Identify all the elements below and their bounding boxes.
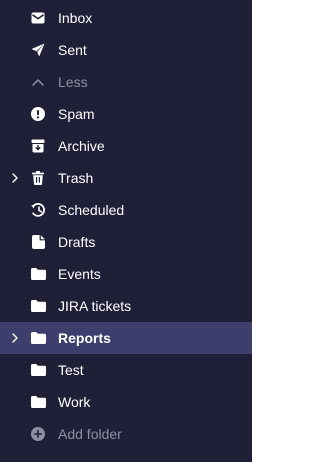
folder-label: Inbox (58, 10, 93, 26)
folder-item-archive[interactable]: Archive (0, 130, 252, 162)
folder-icon (30, 290, 46, 322)
folder-item-trash[interactable]: Trash (0, 162, 252, 194)
folder-sidebar: Inbox Sent Less Spam Archive Trash Sched… (0, 0, 252, 462)
trash-icon (30, 162, 46, 194)
folder-icon (30, 258, 46, 290)
folder-label: Archive (58, 138, 105, 154)
folder-item-events[interactable]: Events (0, 258, 252, 290)
chevron-up-icon (30, 66, 46, 98)
exclamation-circle-icon (30, 98, 46, 130)
chevron-right-icon[interactable] (9, 162, 21, 194)
folder-list: Inbox Sent Less Spam Archive Trash Sched… (0, 2, 252, 450)
folder-item-work[interactable]: Work (0, 386, 252, 418)
folder-label: Events (58, 266, 101, 282)
folder-item-drafts[interactable]: Drafts (0, 226, 252, 258)
folder-item-scheduled[interactable]: Scheduled (0, 194, 252, 226)
show-less-toggle[interactable]: Less (0, 66, 252, 98)
draft-file-icon (30, 226, 46, 258)
folder-label: Test (58, 362, 84, 378)
folder-item-reports[interactable]: Reports (0, 322, 252, 354)
folder-label: JIRA tickets (58, 298, 132, 314)
archive-box-icon (30, 130, 46, 162)
folder-item-jira-tickets[interactable]: JIRA tickets (0, 290, 252, 322)
folder-label: Scheduled (58, 202, 125, 218)
folder-icon (30, 354, 46, 386)
plus-circle-icon (30, 418, 46, 450)
chevron-right-icon[interactable] (9, 322, 21, 354)
paper-plane-icon (30, 34, 46, 66)
folder-label: Work (58, 394, 91, 410)
envelope-icon (30, 2, 46, 34)
folder-label: Drafts (58, 234, 96, 250)
folder-label: Reports (58, 330, 111, 346)
folder-label: Sent (58, 42, 87, 58)
folder-item-test[interactable]: Test (0, 354, 252, 386)
folder-label: Trash (58, 170, 94, 186)
folder-icon (30, 386, 46, 418)
folder-item-spam[interactable]: Spam (0, 98, 252, 130)
folder-icon (30, 322, 46, 354)
folder-label: Add folder (58, 426, 122, 442)
folder-label: Less (58, 74, 88, 90)
clock-icon (30, 194, 46, 226)
add-folder-button[interactable]: Add folder (0, 418, 252, 450)
folder-label: Spam (58, 106, 95, 122)
folder-item-sent[interactable]: Sent (0, 34, 252, 66)
folder-item-inbox[interactable]: Inbox (0, 2, 252, 34)
